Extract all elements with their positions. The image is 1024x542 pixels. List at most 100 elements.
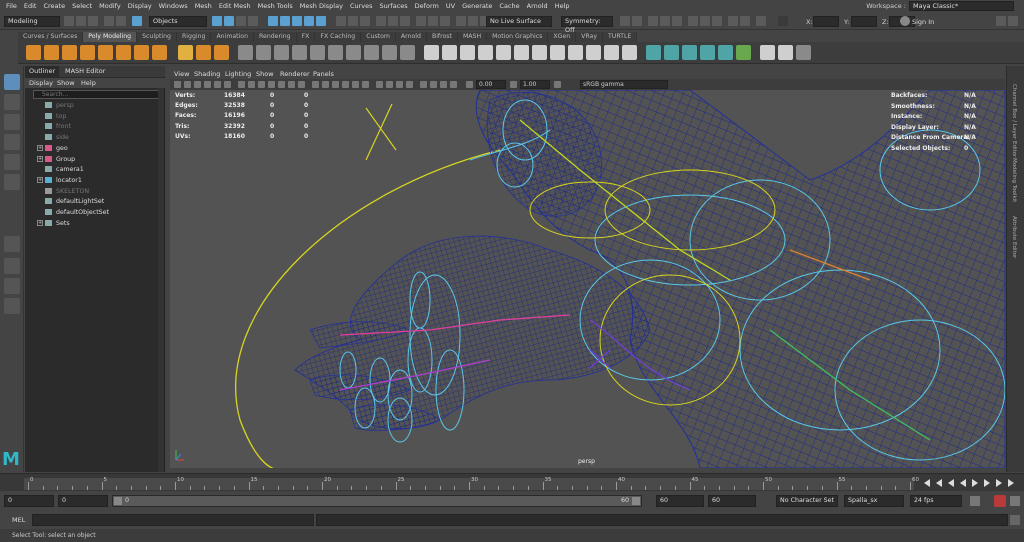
tab-outliner[interactable]: Outliner: [25, 66, 60, 77]
viewport-menu-show[interactable]: Show: [256, 70, 274, 78]
isolate-select-icon[interactable]: [420, 81, 427, 88]
unfold-icon[interactable]: [736, 45, 751, 60]
shelf-tab-sculpting[interactable]: Sculpting: [137, 32, 177, 42]
outliner-item[interactable]: persp: [45, 102, 74, 112]
smooth-shade-icon[interactable]: [322, 81, 329, 88]
xray-view-icon[interactable]: [430, 81, 437, 88]
undo-icon[interactable]: [104, 16, 114, 26]
outliner-item[interactable]: front: [45, 123, 71, 133]
separate-icon[interactable]: [256, 45, 271, 60]
exposure-field[interactable]: 0.00: [476, 80, 506, 89]
wireframe-on-shaded-icon[interactable]: [332, 81, 339, 88]
select-by-handle-icon[interactable]: [212, 16, 222, 26]
safe-action-icon[interactable]: [288, 81, 295, 88]
merge-icon[interactable]: [496, 45, 511, 60]
outliner-item[interactable]: SKELETON: [45, 187, 89, 198]
outliner-layout-icon[interactable]: [4, 298, 20, 314]
poly-plane-icon[interactable]: [116, 45, 131, 60]
range-bar[interactable]: 0 60: [112, 495, 642, 507]
single-perspective-layout-icon[interactable]: [4, 236, 20, 252]
outliner-menu-help[interactable]: Help: [81, 79, 96, 87]
toggle-panel-icon[interactable]: [996, 16, 1006, 26]
menu-uv[interactable]: UV: [446, 2, 455, 10]
text-icon[interactable]: [196, 45, 211, 60]
automatic-map-icon[interactable]: [718, 45, 733, 60]
time-slider-track[interactable]: 0 5 10 15 20 25 30 35 40 45 50 55 60: [24, 477, 919, 490]
outliner-item[interactable]: camera1: [45, 166, 84, 176]
camera-icon[interactable]: [648, 16, 658, 26]
snap-curve-icon[interactable]: [280, 16, 290, 26]
use-all-lights-icon[interactable]: [352, 81, 359, 88]
sign-in-button[interactable]: Sign In: [912, 18, 934, 26]
spherical-map-icon[interactable]: [700, 45, 715, 60]
tab-modeling-toolkit[interactable]: Modeling Toolkit: [1011, 158, 1017, 202]
menu-mesh-display[interactable]: Mesh Display: [300, 2, 343, 10]
motion-blur-icon[interactable]: [386, 81, 393, 88]
image-plane-icon[interactable]: [204, 81, 211, 88]
absolute-transform-icon[interactable]: [778, 16, 788, 26]
boolean-icon[interactable]: [292, 45, 307, 60]
wireframe-icon[interactable]: [312, 81, 319, 88]
expand-icon[interactable]: +: [37, 176, 43, 183]
outliner-item[interactable]: + locator1: [37, 176, 82, 187]
2d-pan-zoom-icon[interactable]: [214, 81, 221, 88]
light-editor-icon[interactable]: [440, 16, 450, 26]
outliner-item[interactable]: + Group: [37, 155, 75, 166]
new-scene-icon[interactable]: [64, 16, 74, 26]
shelf-tab-motion-graphics[interactable]: Motion Graphics: [487, 32, 549, 42]
ipr-render-icon[interactable]: [388, 16, 398, 26]
camera-attributes-icon[interactable]: [184, 81, 191, 88]
step-back-frame-icon[interactable]: [948, 479, 954, 487]
outliner-scrollbar[interactable]: [158, 88, 164, 472]
four-view-layout-icon[interactable]: [4, 258, 20, 274]
cage-icon[interactable]: [660, 16, 670, 26]
insert-loop-icon[interactable]: [550, 45, 565, 60]
xray-icon[interactable]: [672, 16, 682, 26]
gamma-icon[interactable]: [510, 81, 517, 88]
menu-cache[interactable]: Cache: [499, 2, 519, 10]
select-by-surface-icon[interactable]: [248, 16, 258, 26]
two-panes-layout-icon[interactable]: [4, 278, 20, 294]
shelf-tab-mash[interactable]: MASH: [457, 32, 488, 42]
input-ops-icon[interactable]: [348, 16, 358, 26]
bridge-icon[interactable]: [460, 45, 475, 60]
film-gate-icon[interactable]: [248, 81, 255, 88]
outliner-item[interactable]: top: [45, 112, 66, 123]
playback-start-field[interactable]: 0: [58, 495, 108, 507]
step-forward-key-icon[interactable]: [996, 479, 1002, 487]
retopo-icon[interactable]: [400, 45, 415, 60]
paint-select-tool-icon[interactable]: [4, 114, 20, 130]
move-tool-icon[interactable]: [4, 134, 20, 150]
target-weld-icon[interactable]: [604, 45, 619, 60]
menu-surfaces[interactable]: Surfaces: [380, 2, 408, 10]
shelf-tab-animation[interactable]: Animation: [211, 32, 254, 42]
menu-deform[interactable]: Deform: [415, 2, 439, 10]
go-to-end-icon[interactable]: [1008, 479, 1014, 487]
mirror-icon[interactable]: [310, 45, 325, 60]
select-camera-icon[interactable]: [174, 81, 181, 88]
attribute-icon[interactable]: [728, 16, 738, 26]
fill-hole-icon[interactable]: [346, 45, 361, 60]
exposure-icon[interactable]: [466, 81, 473, 88]
snap-grid-icon[interactable]: [268, 16, 278, 26]
outliner-menu-show[interactable]: Show: [57, 79, 75, 87]
outliner-item[interactable]: side: [45, 134, 69, 144]
open-scene-icon[interactable]: [76, 16, 86, 26]
combine-icon[interactable]: [238, 45, 253, 60]
menu-generate[interactable]: Generate: [462, 2, 492, 10]
menu-edit[interactable]: Edit: [24, 2, 37, 10]
field-chart-icon[interactable]: [278, 81, 285, 88]
menu-create[interactable]: Create: [43, 2, 65, 10]
viewport-3d[interactable]: Verts: 16384 0 0 Edges: 32538 0 0 Faces: 16196 0 0 T…: [170, 90, 1005, 468]
go-to-start-icon[interactable]: [924, 479, 930, 487]
shelf-tab-xgen[interactable]: XGen: [548, 32, 577, 42]
toggle-sidebar-icon[interactable]: [1008, 16, 1018, 26]
shelf-tab-curves-surfaces[interactable]: Curves / Surfaces: [18, 32, 84, 42]
expand-icon[interactable]: +: [37, 144, 43, 151]
tab-mash-editor[interactable]: MASH Editor: [61, 66, 109, 77]
platonic-solid-icon[interactable]: [152, 45, 167, 60]
outliner-menu-display[interactable]: Display: [29, 79, 53, 87]
layout-icon[interactable]: [778, 45, 793, 60]
menu-select[interactable]: Select: [72, 2, 92, 10]
modeling-toolkit-icon[interactable]: [632, 16, 642, 26]
